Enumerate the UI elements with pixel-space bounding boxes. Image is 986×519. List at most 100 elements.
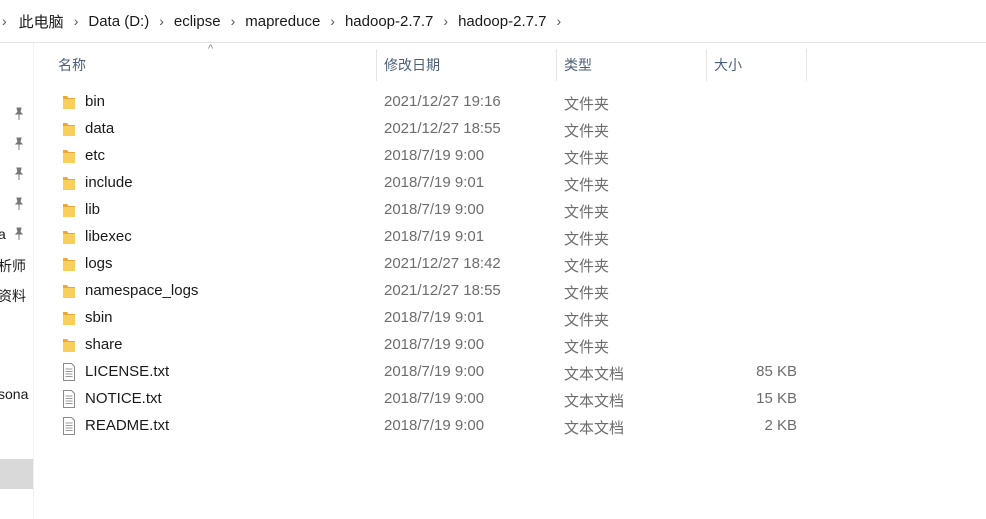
nav-item-pinned-5[interactable]: a: [0, 221, 33, 251]
pin-icon: [14, 197, 24, 210]
chevron-right-icon[interactable]: ›: [0, 13, 17, 29]
file-type: 文本文档: [564, 393, 625, 410]
file-date: 2021/12/27 18:42: [384, 255, 501, 272]
column-header-date[interactable]: 修改日期: [384, 55, 440, 75]
column-header-name[interactable]: 名称: [58, 55, 86, 75]
nav-item-materials[interactable]: 资料: [0, 281, 33, 311]
file-date: 2018/7/19 9:01: [384, 228, 485, 245]
file-row[interactable]: include 2018/7/19 9:01 文件夹: [34, 170, 986, 197]
folder-icon: [62, 255, 76, 273]
file-name[interactable]: README.txt: [85, 417, 169, 434]
file-date: 2018/7/19 9:00: [384, 147, 485, 164]
sort-ascending-icon: ^: [208, 43, 214, 55]
column-header-size[interactable]: 大小: [714, 55, 742, 75]
file-type: 文件夹: [564, 204, 610, 221]
file-row[interactable]: data 2021/12/27 18:55 文件夹: [34, 116, 986, 143]
file-row[interactable]: sbin 2018/7/19 9:01 文件夹: [34, 305, 986, 332]
file-row[interactable]: bin 2021/12/27 19:16 文件夹: [34, 89, 986, 116]
file-type: 文件夹: [564, 339, 610, 356]
file-row[interactable]: lib 2018/7/19 9:00 文件夹: [34, 197, 986, 224]
file-name[interactable]: share: [85, 336, 123, 353]
file-row[interactable]: logs 2021/12/27 18:42 文件夹: [34, 251, 986, 278]
file-type: 文件夹: [564, 150, 610, 167]
file-name[interactable]: etc: [85, 147, 105, 164]
file-row[interactable]: etc 2018/7/19 9:00 文件夹: [34, 143, 986, 170]
file-row[interactable]: README.txt 2018/7/19 9:00 文本文档 2 KB: [34, 413, 986, 440]
file-name[interactable]: NOTICE.txt: [85, 390, 162, 407]
file-row[interactable]: libexec 2018/7/19 9:01 文件夹: [34, 224, 986, 251]
breadcrumb-item-drive[interactable]: Data (D:): [86, 13, 151, 30]
file-name[interactable]: sbin: [85, 309, 113, 326]
file-date: 2018/7/19 9:01: [384, 174, 485, 191]
file-date: 2018/7/19 9:00: [384, 390, 485, 407]
file-name[interactable]: bin: [85, 93, 105, 110]
navigation-pane[interactable]: a 析师 资料 sona: [0, 43, 34, 519]
breadcrumb-item-hadoop-2[interactable]: hadoop-2.7.7: [456, 13, 548, 30]
file-date: 2018/7/19 9:00: [384, 363, 485, 380]
nav-item-pinned-2[interactable]: [0, 131, 33, 161]
file-name[interactable]: lib: [85, 201, 100, 218]
nav-item-pinned-1[interactable]: [0, 101, 33, 131]
file-date: 2018/7/19 9:00: [384, 417, 485, 434]
folder-icon: [62, 282, 76, 300]
pin-icon: [14, 167, 24, 180]
file-size: 2 KB: [764, 417, 797, 434]
file-list[interactable]: ^ 名称 修改日期 类型 大小 bin 2021/12/27 19:16 文件夹 da…: [34, 43, 986, 519]
file-row[interactable]: NOTICE.txt 2018/7/19 9:00 文本文档 15 KB: [34, 386, 986, 413]
breadcrumb-item-eclipse[interactable]: eclipse: [172, 13, 223, 30]
chevron-right-icon[interactable]: ›: [66, 13, 87, 29]
file-name[interactable]: libexec: [85, 228, 132, 245]
nav-item-pinned-3[interactable]: [0, 161, 33, 191]
column-header-row: ^ 名称 修改日期 类型 大小: [34, 43, 986, 87]
chevron-right-icon[interactable]: ›: [223, 13, 244, 29]
file-type: 文本文档: [564, 420, 625, 437]
text-file-icon: [62, 417, 76, 435]
nav-item-selected[interactable]: [0, 459, 33, 489]
chevron-right-icon[interactable]: ›: [548, 13, 569, 29]
file-date: 2021/12/27 18:55: [384, 120, 501, 137]
file-name[interactable]: logs: [85, 255, 113, 272]
nav-item-label: a: [0, 226, 6, 242]
pin-icon: [14, 227, 24, 240]
file-date: 2018/7/19 9:00: [384, 336, 485, 353]
pin-icon: [14, 107, 24, 120]
pin-icon: [14, 137, 24, 150]
file-name[interactable]: namespace_logs: [85, 282, 198, 299]
address-bar[interactable]: › 此电脑 › Data (D:) › eclipse › mapreduce …: [0, 0, 986, 43]
column-header-type[interactable]: 类型: [564, 55, 592, 75]
chevron-right-icon[interactable]: ›: [151, 13, 172, 29]
nav-item-label: 资料: [0, 288, 26, 304]
nav-item-pinned-4[interactable]: [0, 191, 33, 221]
column-divider[interactable]: [556, 49, 557, 81]
file-date: 2018/7/19 9:01: [384, 309, 485, 326]
folder-icon: [62, 93, 76, 111]
chevron-right-icon[interactable]: ›: [322, 13, 343, 29]
file-row[interactable]: LICENSE.txt 2018/7/19 9:00 文本文档 85 KB: [34, 359, 986, 386]
file-row[interactable]: share 2018/7/19 9:00 文件夹: [34, 332, 986, 359]
file-row[interactable]: namespace_logs 2021/12/27 18:55 文件夹: [34, 278, 986, 305]
file-type: 文本文档: [564, 366, 625, 383]
breadcrumb-item-hadoop-1[interactable]: hadoop-2.7.7: [343, 13, 435, 30]
file-name[interactable]: data: [85, 120, 114, 137]
breadcrumb-item-this-pc[interactable]: 此电脑: [17, 11, 66, 32]
file-type: 文件夹: [564, 258, 610, 275]
file-date: 2021/12/27 18:55: [384, 282, 501, 299]
folder-icon: [62, 309, 76, 327]
nav-item-analyst[interactable]: 析师: [0, 251, 33, 281]
file-type: 文件夹: [564, 177, 610, 194]
column-divider[interactable]: [706, 49, 707, 81]
file-type: 文件夹: [564, 123, 610, 140]
file-size: 15 KB: [756, 390, 797, 407]
nav-item-label: 析师: [0, 258, 26, 274]
nav-item-personal[interactable]: sona: [0, 381, 33, 411]
file-type: 文件夹: [564, 96, 610, 113]
chevron-right-icon[interactable]: ›: [435, 13, 456, 29]
file-type: 文件夹: [564, 231, 610, 248]
file-name[interactable]: LICENSE.txt: [85, 363, 169, 380]
folder-icon: [62, 201, 76, 219]
column-divider[interactable]: [806, 49, 807, 81]
breadcrumb-item-mapreduce[interactable]: mapreduce: [243, 13, 322, 30]
file-name[interactable]: include: [85, 174, 133, 191]
file-size: 85 KB: [756, 363, 797, 380]
column-divider[interactable]: [376, 49, 377, 81]
